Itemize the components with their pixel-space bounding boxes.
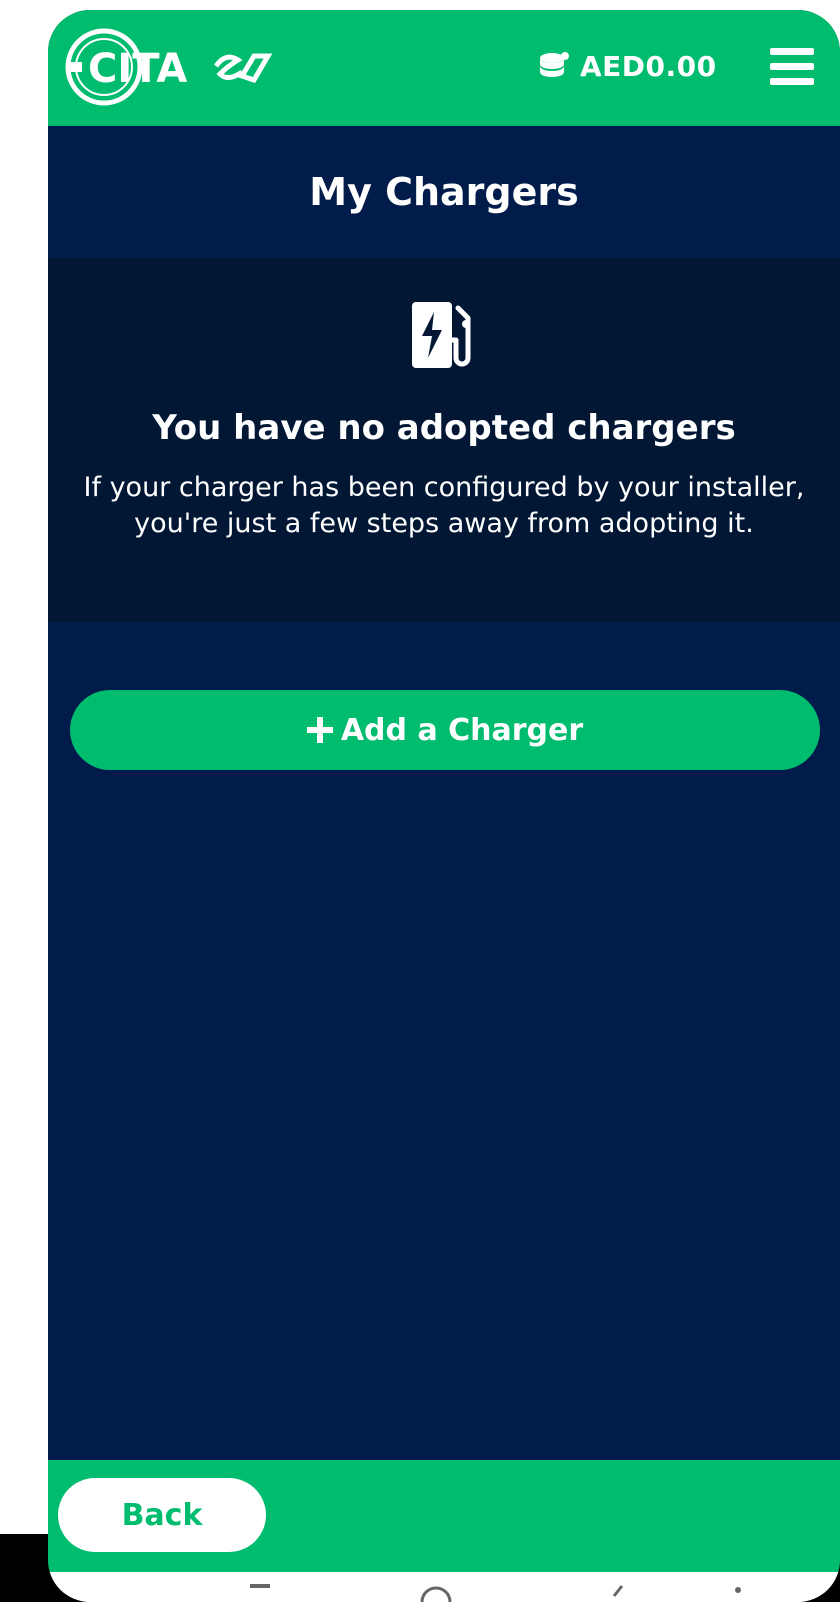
back-label: Back bbox=[121, 1497, 203, 1533]
home-icon[interactable] bbox=[418, 1582, 454, 1602]
cita-ev-logo[interactable]: CITA bbox=[64, 26, 284, 108]
balance-amount: AED0.00 bbox=[580, 49, 717, 83]
app-screen: CITA AED0.00 My Chargers You have no ado… bbox=[48, 10, 840, 1602]
empty-state-description: If your charger has been configured by y… bbox=[83, 472, 805, 539]
empty-state-title: You have no adopted chargers bbox=[152, 408, 736, 448]
page-title-bar: My Chargers bbox=[48, 126, 840, 258]
more-options-icon[interactable] bbox=[732, 1582, 744, 1602]
recent-apps-icon[interactable] bbox=[248, 1582, 272, 1602]
empty-state-panel: You have no adopted chargers If your cha… bbox=[48, 258, 840, 622]
add-charger-button[interactable]: Add a Charger bbox=[70, 690, 820, 770]
svg-text:CITA: CITA bbox=[88, 46, 187, 92]
plus-icon bbox=[306, 717, 333, 743]
footer-bar: Back bbox=[48, 1460, 840, 1572]
app-header: CITA AED0.00 bbox=[48, 10, 840, 126]
ev-charger-icon bbox=[412, 302, 471, 368]
system-navigation-bar bbox=[48, 1572, 840, 1602]
add-charger-label: Add a Charger bbox=[340, 712, 584, 748]
hamburger-menu-icon[interactable] bbox=[770, 48, 814, 86]
page-title: My Chargers bbox=[309, 170, 579, 214]
back-nav-icon[interactable] bbox=[608, 1582, 628, 1602]
back-button[interactable]: Back bbox=[58, 1478, 266, 1552]
coins-icon bbox=[540, 52, 569, 77]
wallet-balance[interactable]: AED0.00 bbox=[536, 46, 717, 86]
